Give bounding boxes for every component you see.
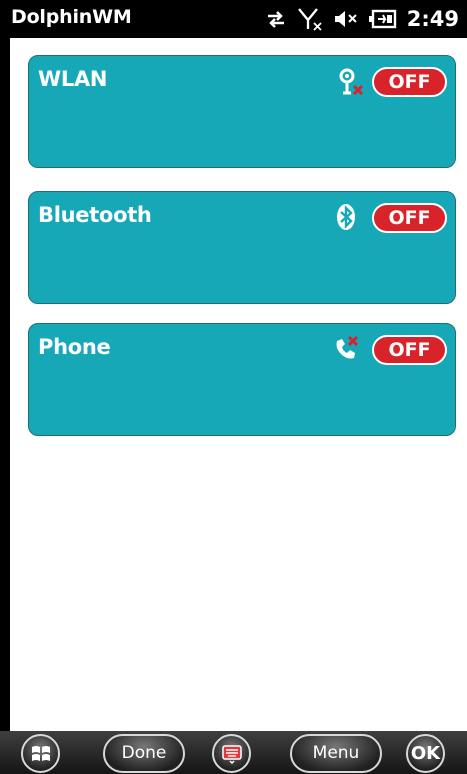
phone-toggle[interactable]: OFF: [372, 335, 447, 365]
keyboard-icon: [221, 744, 242, 764]
status-icons: 2:49: [265, 3, 459, 35]
status-bar: DolphinWM 2:49: [0, 0, 467, 38]
no-signal-icon: [297, 8, 322, 31]
phone-tile[interactable]: Phone OFF: [28, 323, 456, 436]
windows-logo-icon: [31, 745, 50, 761]
bottom-bar: Done Menu OK: [0, 731, 467, 774]
bluetooth-toggle[interactable]: OFF: [372, 203, 447, 233]
bluetooth-label: Bluetooth: [38, 203, 152, 227]
app-title: DolphinWM: [11, 6, 132, 28]
ok-button[interactable]: OK: [406, 734, 445, 773]
device-screen: DolphinWM 2:49 WLAN OFF Bluetooth OFF Ph…: [0, 0, 467, 774]
ok-label: OK: [410, 743, 441, 764]
bluetooth-tile[interactable]: Bluetooth OFF: [28, 191, 456, 304]
data-sync-icon: [267, 11, 284, 28]
phone-label: Phone: [38, 335, 111, 359]
wlan-toggle[interactable]: OFF: [372, 67, 447, 97]
menu-button[interactable]: Menu: [290, 734, 382, 773]
wlan-tile[interactable]: WLAN OFF: [28, 55, 456, 168]
battery-charging-icon: [368, 9, 396, 29]
speaker-muted-icon: [334, 11, 357, 27]
done-button[interactable]: Done: [103, 734, 185, 773]
keyboard-button[interactable]: [212, 734, 251, 773]
wifi-off-icon: [339, 68, 364, 96]
clock: 2:49: [406, 7, 459, 31]
content-area: WLAN OFF Bluetooth OFF Phone OFF: [10, 38, 467, 731]
bluetooth-icon: [337, 204, 355, 230]
start-button[interactable]: [21, 734, 60, 773]
wlan-label: WLAN: [38, 67, 108, 91]
phone-off-icon: [336, 335, 359, 359]
